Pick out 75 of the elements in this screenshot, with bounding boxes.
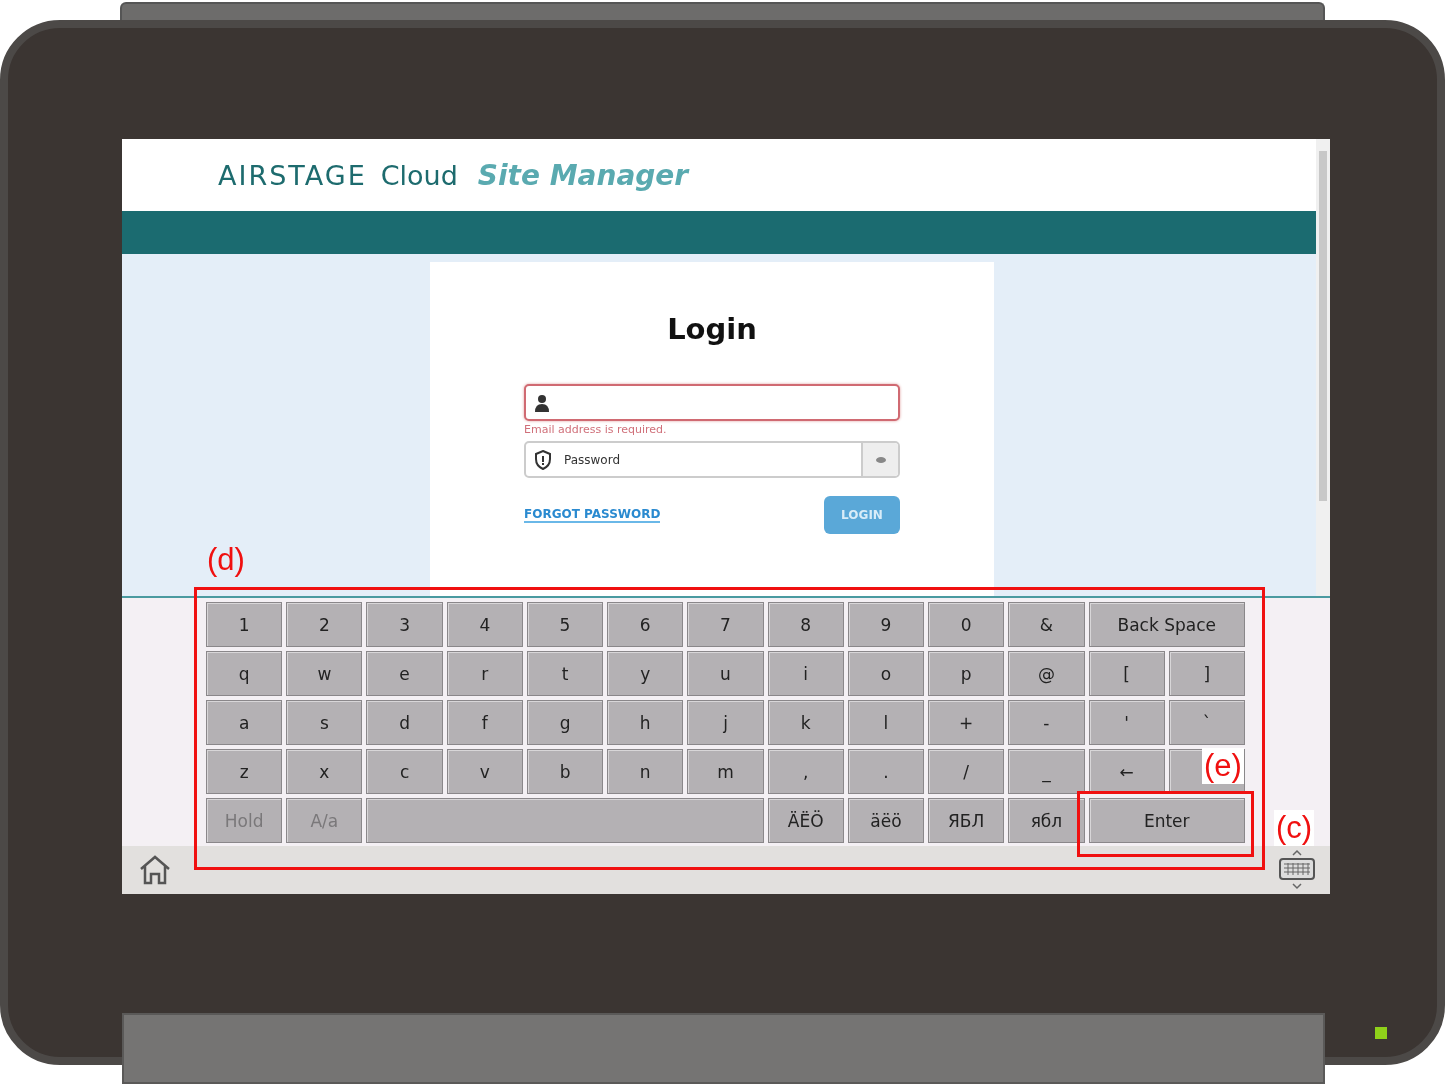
keyboard-key[interactable]: ябл: [1008, 798, 1085, 843]
keyboard-key[interactable]: y: [607, 651, 684, 696]
keyboard-key[interactable]: Back Space: [1088, 602, 1245, 647]
keyboard-key[interactable]: +: [928, 700, 1005, 745]
forgot-password-link[interactable]: FORGOT PASSWORD: [524, 507, 661, 523]
keyboard-key[interactable]: `: [1168, 700, 1245, 745]
error-message: Email address is required.: [524, 422, 668, 438]
keyboard-key[interactable]: e: [366, 651, 443, 696]
keyboard-key[interactable]: ,: [767, 749, 844, 794]
keyboard-key[interactable]: b: [526, 749, 604, 794]
keyboard-key[interactable]: k: [767, 700, 844, 745]
keyboard-key[interactable]: s: [286, 700, 363, 745]
user-icon: [534, 393, 550, 412]
keyboard-key[interactable]: 7: [687, 602, 764, 647]
callout-label: (d): [206, 542, 246, 578]
email-field[interactable]: [524, 384, 900, 421]
keyboard-key[interactable]: 1: [206, 602, 283, 647]
keyboard-key[interactable]: 6: [607, 602, 684, 647]
keyboard-key[interactable]: o: [847, 651, 925, 696]
keyboard-key[interactable]: x: [286, 749, 363, 794]
keyboard-key[interactable]: [: [1088, 651, 1165, 696]
eye-icon: [874, 455, 887, 464]
callout-label: (e): [1202, 748, 1244, 784]
keyboard-key[interactable]: 4: [446, 602, 523, 647]
keyboard-key[interactable]: w: [286, 651, 363, 696]
keyboard-key[interactable]: 3: [366, 602, 443, 647]
keyboard-key[interactable]: 0: [928, 602, 1005, 647]
keyboard-key[interactable]: ←: [1088, 749, 1165, 794]
keyboard-key[interactable]: 8: [767, 602, 844, 647]
keyboard-key[interactable]: ÄËÖ: [767, 798, 844, 843]
scrollbar[interactable]: [1316, 139, 1330, 596]
keyboard-key[interactable]: d: [366, 700, 443, 745]
brand-logo: AIRSTAGE: [218, 159, 367, 191]
keyboard-key[interactable]: h: [607, 700, 684, 745]
keyboard-key[interactable]: f: [446, 700, 523, 745]
keyboard-key[interactable]: Enter: [1088, 798, 1245, 843]
keyboard-key[interactable]: m: [687, 749, 764, 794]
product-name: Cloud: [380, 159, 458, 191]
keyboard-key[interactable]: &: [1008, 602, 1085, 647]
password-field[interactable]: Password: [524, 441, 900, 478]
keyboard-key[interactable]: @: [1008, 651, 1085, 696]
keyboard-key[interactable]: z: [206, 749, 283, 794]
keyboard-key[interactable]: p: [928, 651, 1005, 696]
keyboard-key[interactable]: ]: [1168, 651, 1245, 696]
keyboard-key[interactable]: c: [366, 749, 443, 794]
keyboard-key[interactable]: 9: [847, 602, 925, 647]
keyboard-key[interactable]: ': [1088, 700, 1165, 745]
space-bar[interactable]: [366, 798, 764, 843]
show-password-button[interactable]: [861, 443, 898, 476]
callout-label: (c): [1274, 810, 1315, 846]
keyboard-key[interactable]: g: [526, 700, 604, 745]
app-name: Site Manager: [477, 158, 689, 192]
keyboard-key[interactable]: n: [607, 749, 684, 794]
keyboard-key[interactable]: j: [687, 700, 764, 745]
keyboard-key[interactable]: v: [446, 749, 523, 794]
keyboard-key[interactable]: a: [206, 700, 283, 745]
keyboard-key[interactable]: ЯБЛ: [928, 798, 1005, 843]
keyboard-key[interactable]: l: [847, 700, 925, 745]
shield-icon: [534, 449, 552, 470]
keyboard-key[interactable]: -: [1008, 700, 1085, 745]
keyboard-key[interactable]: q: [206, 651, 283, 696]
home-icon[interactable]: [138, 854, 172, 886]
keyboard-key[interactable]: 2: [286, 602, 363, 647]
keyboard-key[interactable]: i: [767, 651, 844, 696]
login-title: Login: [667, 312, 757, 346]
keyboard-key[interactable]: u: [687, 651, 764, 696]
keyboard-key[interactable]: 5: [526, 602, 604, 647]
keyboard-key[interactable]: äëö: [847, 798, 925, 843]
keyboard-key[interactable]: /: [928, 749, 1005, 794]
power-led: [1375, 1027, 1387, 1039]
keyboard-key[interactable]: t: [526, 651, 604, 696]
keyboard-key[interactable]: .: [847, 749, 925, 794]
keyboard-icon[interactable]: [1278, 849, 1316, 891]
keyboard-key[interactable]: r: [446, 651, 523, 696]
keyboard-key[interactable]: _: [1008, 749, 1085, 794]
